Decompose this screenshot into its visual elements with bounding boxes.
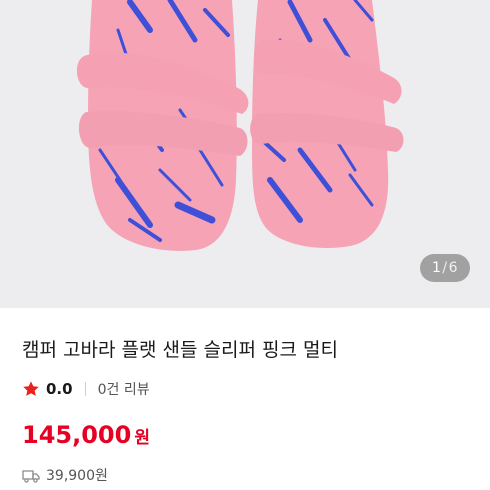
product-image [76,0,404,251]
rating-row[interactable]: 0.0 0건 리뷰 [22,378,150,400]
shipping-row: 39,900원 [22,465,108,485]
truck-icon [22,468,40,483]
image-pager-indicator: 1 / 6 [420,254,470,282]
shipping-fee: 39,900원 [46,468,108,484]
star-icon [22,380,40,398]
price-row: 145,000 원 [22,421,150,449]
pager-total: 6 [448,260,459,276]
price-unit: 원 [134,428,150,448]
price-amount: 145,000 [22,421,132,449]
product-title: 캠퍼 고바라 플랫 샌들 슬리퍼 핑크 멀티 [22,339,338,361]
review-count-link[interactable]: 0건 리뷰 [98,379,150,399]
pager-current: 1 [431,260,442,276]
rating-score: 0.0 [46,380,73,398]
product-image-carousel[interactable]: 1 / 6 [0,0,490,308]
pager-separator: / [442,260,448,276]
product-page: 1 / 6 캠퍼 고바라 플랫 샌들 슬리퍼 핑크 멀티 0.0 0건 리뷰 1… [0,0,490,490]
rating-divider [84,382,86,396]
